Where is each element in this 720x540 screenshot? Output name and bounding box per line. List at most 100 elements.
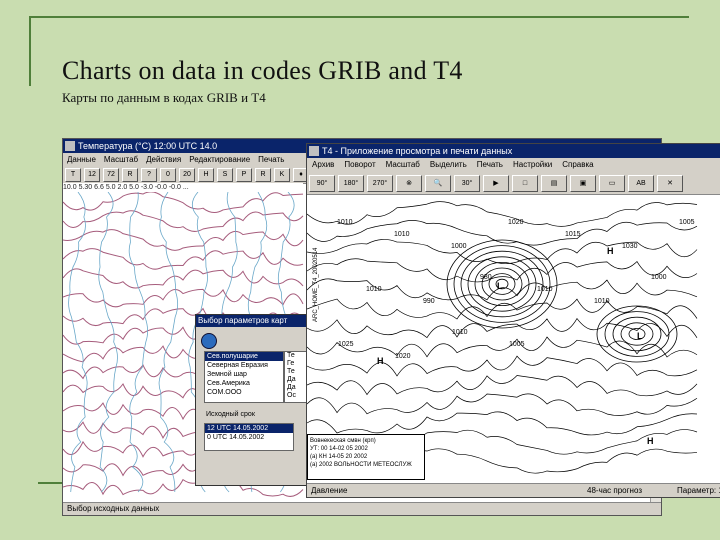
toolbar-button[interactable]: P <box>236 168 252 182</box>
toolbar-button[interactable]: □ <box>512 175 538 192</box>
menu-item[interactable]: Архив <box>312 160 334 169</box>
toolbar-button[interactable]: K <box>274 168 290 182</box>
statusbar: Давление 48-час прогноз Параметр: 1 <box>307 483 720 497</box>
isobar <box>307 201 698 227</box>
toolbar-button[interactable]: ▤ <box>541 175 567 192</box>
region-list-item[interactable]: Земной шар <box>205 370 283 379</box>
region-list-item[interactable]: Сев.Америка <box>205 379 283 388</box>
status-left: Давление <box>311 486 348 495</box>
toolbar-button[interactable]: AB <box>628 175 654 192</box>
toolbar-button[interactable]: 270° <box>367 175 393 192</box>
high-pressure-marker: H <box>607 246 614 256</box>
legend-line: УТ: 00 14-02 05 2002 <box>310 446 368 452</box>
statusbar: Выбор исходных данных <box>63 502 661 515</box>
source-time-item[interactable]: 12 UTC 14.05.2002 <box>205 424 293 433</box>
menu-item[interactable]: Масштаб <box>386 160 420 169</box>
value-strip: 10.0 5.30 6.6 5.0 2.0 5.0 -3.0 -0.0 -0.0… <box>63 183 303 192</box>
toolbar-button[interactable]: 0 <box>160 168 176 182</box>
pressure-label: 980 <box>480 274 492 281</box>
pressure-label: 990 <box>423 298 435 305</box>
coastline <box>158 192 179 493</box>
region-list-item[interactable]: Сев.полушарие <box>205 352 283 361</box>
isobar <box>307 298 698 320</box>
toolbar-button[interactable]: ⊗ <box>396 175 422 192</box>
menu-item[interactable]: Масштаб <box>104 155 138 164</box>
source-time-list[interactable]: 12 UTC 14.05.2002 0 UTC 14.05.2002 <box>204 423 294 451</box>
pressure-label: 1010 <box>337 219 353 226</box>
temperature-isoline <box>63 229 304 251</box>
menu-item[interactable]: Поворот <box>344 160 375 169</box>
toolbar-button[interactable]: R <box>122 168 138 182</box>
map-parameters-dialog[interactable]: Выбор параметров карт Сев.полушарие Север… <box>195 314 317 486</box>
toolbar-button[interactable]: 12 <box>84 168 100 182</box>
legend-line: (а) 2002 ВОЛЬНОСТИ МЕТЕОСЛУЖ <box>310 462 412 468</box>
window-title: T4 - Приложение просмотра и печати данны… <box>322 146 513 156</box>
globe-icon <box>201 333 217 349</box>
pressure-label: 1010 <box>394 231 410 238</box>
toolbar-button[interactable]: 🔍 <box>425 175 451 192</box>
legend-line: Вовнекеская смвн (крп) <box>310 438 376 444</box>
menu-item[interactable]: Данные <box>67 155 96 164</box>
toolbar-button[interactable]: 180° <box>338 175 364 192</box>
region-list-item[interactable]: Северная Евразия <box>205 361 283 370</box>
temperature-isoline <box>63 248 304 270</box>
decor-vertical-line <box>29 16 31 86</box>
coastline <box>98 192 118 493</box>
window-title: Температура (°C) 12:00 UTC 14.0 <box>78 141 218 151</box>
toolbar-button[interactable]: 72 <box>103 168 119 182</box>
pressure-label: 1000 <box>451 243 467 250</box>
status-text: Выбор исходных данных <box>67 504 160 513</box>
low-pressure-marker: L <box>497 281 503 291</box>
pressure-label: 1010 <box>594 298 610 305</box>
menu-item[interactable]: Выделить <box>430 160 467 169</box>
pressure-label: 1020 <box>395 353 411 360</box>
toolbar-button[interactable]: H <box>198 168 214 182</box>
toolbar-button[interactable]: ▭ <box>599 175 625 192</box>
map-legend: Вовнекеская смвн (крп) УТ: 00 14-02 05 20… <box>307 434 425 480</box>
source-time-item[interactable]: 0 UTC 14.05.2002 <box>205 433 293 442</box>
toolbar-button[interactable]: ▶ <box>483 175 509 192</box>
menu-item[interactable]: Настройки <box>513 160 552 169</box>
decor-horizontal-line <box>29 16 689 18</box>
menubar: Архив Поворот Масштаб Выделить Печать Настрой… <box>307 158 720 172</box>
toolbar-button[interactable]: ▣ <box>570 175 596 192</box>
menu-item[interactable]: Действия <box>146 155 181 164</box>
pressure-label: 1005 <box>509 341 525 348</box>
coastline <box>128 192 149 493</box>
isobar <box>307 355 698 377</box>
app-icon <box>309 146 319 156</box>
menu-item[interactable]: Редактирование <box>189 155 250 164</box>
isobar <box>307 411 698 436</box>
low-pressure-marker: L <box>637 331 643 341</box>
toolbar-button[interactable]: ✕ <box>657 175 683 192</box>
pressure-label: 1025 <box>338 341 354 348</box>
slide-title: Charts on data in codes GRIB and T4 <box>62 56 463 85</box>
menu-item[interactable]: Печать <box>477 160 503 169</box>
legend-line: (а) КН 14-05 20 2002 <box>310 454 368 460</box>
temperature-isoline <box>63 192 304 213</box>
pressure-label: 1010 <box>366 286 382 293</box>
toolbar-button[interactable]: R <box>255 168 271 182</box>
toolbar-button[interactable]: 90° <box>309 175 335 192</box>
pressure-label: 1010 <box>452 329 468 336</box>
isobar <box>307 375 698 397</box>
side-label: ARC_HOME_T4_20020514 <box>313 247 319 322</box>
high-pressure-marker: H <box>377 356 384 366</box>
toolbar-button[interactable]: T <box>65 168 81 182</box>
toolbar-button[interactable]: 30° <box>454 175 480 192</box>
region-list[interactable]: Сев.полушарие Северная Евразия Земной шар С… <box>204 351 284 403</box>
toolbar-button[interactable]: S <box>217 168 233 182</box>
pressure-label: 1015 <box>565 231 581 238</box>
toolbar-button[interactable]: 20 <box>179 168 195 182</box>
menu-item[interactable]: Печать <box>258 155 284 164</box>
high-pressure-marker: H <box>647 436 654 446</box>
toolbar-button[interactable]: ? <box>141 168 157 182</box>
t4-viewer-window[interactable]: T4 - Приложение просмотра и печати данны… <box>306 143 720 498</box>
status-middle: 48-час прогноз <box>587 486 642 495</box>
slide-subtitle: Карты по данным в кодах GRIB и T4 <box>62 90 266 105</box>
menu-item[interactable]: Справка <box>562 160 593 169</box>
dialog-titlebar[interactable]: Выбор параметров карт <box>196 315 316 327</box>
region-list-item[interactable]: COM.OOO <box>205 388 283 397</box>
source-time-label: Исходный срок <box>206 411 255 418</box>
window-titlebar[interactable]: T4 - Приложение просмотра и печати данны… <box>307 144 720 158</box>
